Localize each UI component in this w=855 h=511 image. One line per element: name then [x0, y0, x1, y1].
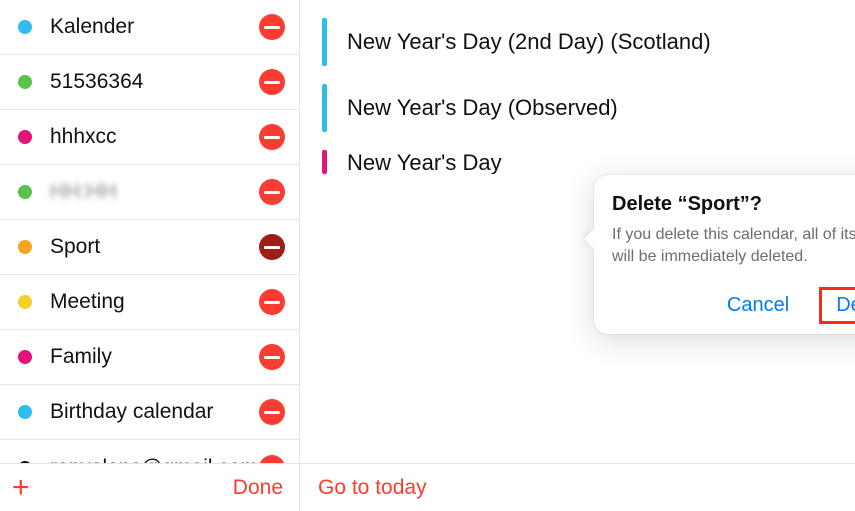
cancel-button[interactable]: Cancel	[717, 288, 799, 323]
delete-confirm-popover: Delete “Sport”? If you delete this calen…	[594, 175, 855, 334]
calendar-name: Sport	[50, 235, 259, 259]
calendar-name: Kalender	[50, 15, 259, 39]
calendar-color-dot	[18, 130, 32, 144]
event-title: New Year's Day (2nd Day) (Scotland)	[347, 29, 711, 55]
event-color-bar	[322, 84, 327, 132]
calendar-name: hhhxcc	[50, 125, 259, 149]
calendar-name: HH:HH	[50, 180, 259, 204]
calendar-row[interactable]: hhhxcc	[0, 110, 299, 165]
event-title: New Year's Day	[347, 150, 502, 174]
event-row[interactable]: New Year's Day (Observed)	[322, 84, 855, 132]
event-color-bar	[322, 150, 327, 174]
calendar-row[interactable]: Kalender	[0, 0, 299, 55]
event-row[interactable]: New Year's Day (2nd Day) (Scotland)	[322, 18, 855, 66]
calendar-color-dot	[18, 20, 32, 34]
remove-calendar-button[interactable]	[259, 14, 285, 40]
calendar-sidebar: Kalender 51536364 hhhxcc HH:HH	[0, 0, 300, 463]
calendar-row[interactable]: Sport	[0, 220, 299, 275]
footer-bar: + Done Go to today	[0, 463, 855, 511]
remove-calendar-button[interactable]	[259, 399, 285, 425]
calendar-name: ronvalans@gmail.com	[50, 456, 259, 464]
event-color-bar	[322, 18, 327, 66]
dialog-message: If you delete this calendar, all of its …	[612, 224, 855, 267]
calendar-row[interactable]: 51536364	[0, 55, 299, 110]
calendar-color-dot	[18, 295, 32, 309]
remove-calendar-button[interactable]	[259, 289, 285, 315]
event-row[interactable]: New Year's Day	[322, 150, 855, 174]
delete-button[interactable]: Delete	[819, 287, 855, 324]
calendar-color-dot	[18, 240, 32, 254]
calendar-color-dot	[18, 350, 32, 364]
event-list: New Year's Day (2nd Day) (Scotland) New …	[300, 0, 855, 463]
remove-calendar-button[interactable]	[259, 124, 285, 150]
calendar-color-dot	[18, 405, 32, 419]
calendar-name: 51536364	[50, 70, 259, 94]
calendar-row[interactable]: Family	[0, 330, 299, 385]
calendar-row[interactable]: ronvalans@gmail.com	[0, 440, 299, 463]
calendar-row[interactable]: HH:HH	[0, 165, 299, 220]
calendar-name: Meeting	[50, 290, 259, 314]
go-to-today-button[interactable]: Go to today	[318, 476, 427, 500]
remove-calendar-button[interactable]	[259, 344, 285, 370]
remove-calendar-button[interactable]	[259, 234, 285, 260]
calendar-color-dot	[18, 185, 32, 199]
done-button[interactable]: Done	[233, 476, 283, 500]
calendar-color-dot	[18, 75, 32, 89]
remove-calendar-button[interactable]	[259, 69, 285, 95]
remove-calendar-button[interactable]	[259, 455, 285, 464]
add-calendar-button[interactable]: +	[12, 473, 30, 503]
dialog-title: Delete “Sport”?	[612, 193, 855, 216]
event-title: New Year's Day (Observed)	[347, 95, 618, 121]
calendar-row[interactable]: Birthday calendar	[0, 385, 299, 440]
calendar-row[interactable]: Meeting	[0, 275, 299, 330]
calendar-name: Family	[50, 345, 259, 369]
calendar-name: Birthday calendar	[50, 400, 259, 424]
remove-calendar-button[interactable]	[259, 179, 285, 205]
